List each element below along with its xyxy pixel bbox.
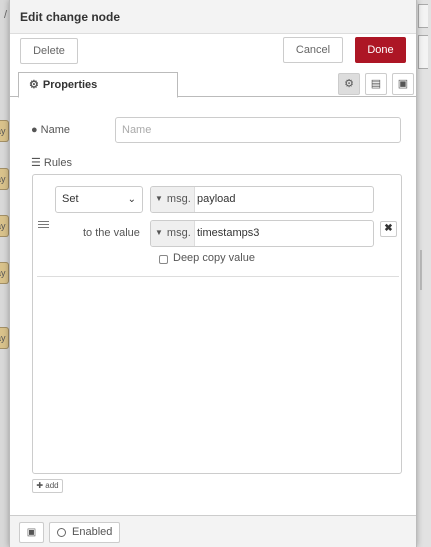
rule-action-select[interactable]: Set ⌄: [55, 186, 143, 213]
flow-node[interactable]: ay: [0, 262, 9, 284]
tab-properties[interactable]: ⚙ Properties: [18, 72, 178, 98]
flow-node[interactable]: ay: [0, 215, 9, 237]
sidebar-edge: [416, 0, 431, 547]
circle-icon: [57, 528, 66, 537]
flow-node[interactable]: ay: [0, 327, 9, 349]
tab-properties-label: Properties: [42, 79, 98, 91]
appearance-icon[interactable]: ▣: [392, 73, 414, 95]
gear-icon: ⚙: [29, 79, 39, 91]
gear-icon[interactable]: ⚙: [338, 73, 360, 95]
source-type-button[interactable]: ▼ msg.: [151, 221, 195, 246]
sidebar-tab[interactable]: [418, 4, 428, 28]
rules-label-text: Rules: [43, 157, 72, 169]
cancel-button[interactable]: Cancel: [283, 37, 343, 63]
to-the-value-label: to the value: [83, 227, 140, 239]
deep-copy-label: Deep copy value: [173, 252, 255, 264]
close-icon: ✖: [384, 223, 393, 234]
drag-handle-icon[interactable]: [38, 221, 49, 230]
tray-title: Edit change node: [10, 0, 416, 34]
delete-button[interactable]: Delete: [20, 38, 78, 64]
description-icon[interactable]: ▤: [365, 73, 387, 95]
target-type-label: msg.: [166, 193, 191, 205]
rule-divider: [37, 276, 399, 277]
source-value: timestamps3: [197, 227, 260, 239]
enabled-toggle[interactable]: Enabled: [49, 522, 120, 543]
list-icon: ☰: [31, 157, 41, 169]
done-button[interactable]: Done: [355, 37, 406, 63]
source-type-label: msg.: [166, 227, 191, 239]
target-type-button[interactable]: ▼ msg.: [151, 187, 195, 212]
add-rule-button[interactable]: ✚ add: [32, 479, 63, 493]
flow-node[interactable]: ay: [0, 168, 9, 190]
add-rule-label: add: [45, 481, 59, 490]
tabs-bar: ⚙ Properties ⚙ ▤ ▣: [10, 69, 416, 98]
name-input[interactable]: Name: [115, 117, 401, 143]
flow-node[interactable]: ay: [0, 120, 9, 142]
caret-down-icon: ▼: [155, 194, 163, 203]
rules-list: Set ⌄ ▼ msg. payload to the value ▼ msg. t…: [32, 174, 402, 474]
target-typed-input[interactable]: ▼ msg. payload: [150, 186, 374, 213]
book-icon: ▣: [26, 527, 37, 538]
canvas-tab-divider: /: [4, 9, 8, 21]
sidebar-resize-grip[interactable]: [420, 250, 422, 290]
tray-footer: ▣ Enabled: [10, 515, 416, 547]
sidebar-panel: [418, 35, 428, 69]
chevron-down-icon: ⌄: [127, 194, 136, 205]
remove-rule-button[interactable]: ✖: [380, 221, 397, 237]
help-book-button[interactable]: ▣: [19, 522, 44, 543]
source-typed-input[interactable]: ▼ msg. timestamps3: [150, 220, 374, 247]
deep-copy-checkbox[interactable]: [159, 255, 168, 264]
target-value: payload: [197, 193, 236, 205]
tag-icon: ●: [31, 124, 38, 136]
enabled-label: Enabled: [72, 526, 113, 538]
caret-down-icon: ▼: [155, 228, 163, 237]
name-label-text: Name: [40, 124, 70, 136]
edit-tray: Edit change node Delete Cancel Done ⚙ Pro…: [9, 0, 417, 547]
name-label: ● Name: [31, 124, 70, 136]
plus-icon: ✚: [36, 481, 44, 490]
rules-label: ☰ Rules: [31, 156, 72, 169]
rule-action-value: Set: [62, 193, 79, 205]
